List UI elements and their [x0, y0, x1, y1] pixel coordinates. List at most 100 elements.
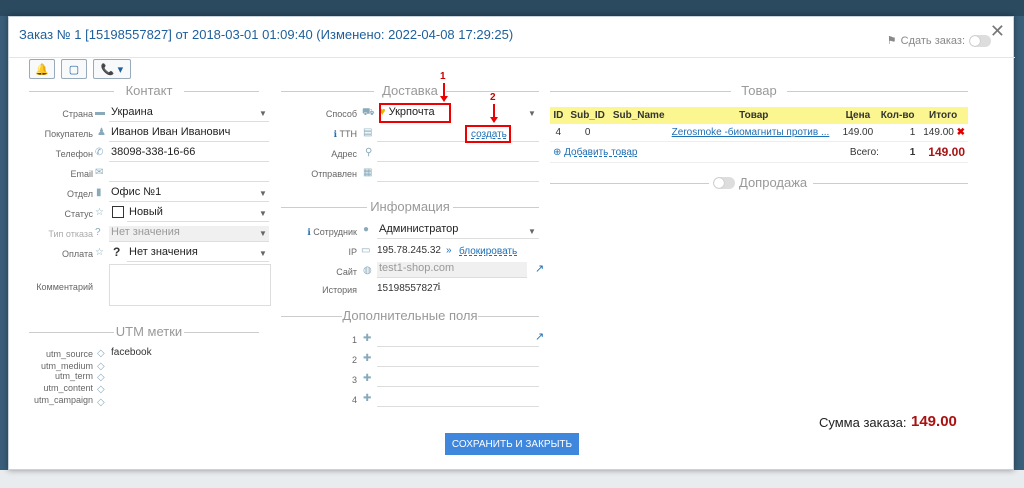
utm-medium-label: utm_medium [40, 361, 93, 371]
phone-icon: ✆ [95, 147, 104, 158]
row-price[interactable]: 149.00 [838, 124, 877, 142]
country-select[interactable]: Украина [109, 106, 269, 122]
truck-icon: ⛟ [362, 107, 375, 118]
history-value: 15198557827 [377, 283, 439, 294]
upsell-label: Допродажа [739, 175, 808, 190]
info-icon: ℹ [307, 227, 311, 237]
diamond-icon[interactable]: ◇ [97, 384, 105, 395]
info-icon: ℹ [333, 129, 337, 139]
external-link-icon[interactable]: ↗ [535, 262, 544, 275]
col-subname: Sub_Name [608, 107, 669, 124]
bookmark-icon: ▮ [96, 187, 102, 198]
ip-value: 195.78.245.32 [377, 245, 441, 256]
row-id: 4 [550, 124, 567, 142]
close-icon[interactable]: ✕ [990, 21, 1005, 42]
sent-field[interactable] [377, 166, 539, 182]
header-divider [9, 57, 1015, 58]
save-and-close-button[interactable]: СОХРАНИТЬ И ЗАКРЫТЬ [445, 433, 579, 455]
site-label: Сайт [336, 267, 357, 277]
goods-total-qty: 1 [909, 146, 916, 158]
ttn-field[interactable] [377, 126, 539, 142]
row-subid[interactable]: 0 [566, 124, 609, 142]
plus-icon[interactable]: ✚ [363, 353, 371, 364]
modal-title: Заказ № 1 [15198557827] от 2018-03-01 01… [19, 27, 514, 42]
user-icon: ● [363, 224, 370, 235]
arrow-1-shaft [443, 83, 445, 97]
extra-field-1[interactable] [377, 331, 539, 347]
row-qty[interactable]: 1 [876, 124, 919, 142]
block-ip-link[interactable]: блокировать [459, 246, 517, 257]
dept-select[interactable]: Офис №1 [109, 186, 269, 202]
ttn-label: ℹ ТТН [299, 129, 357, 140]
arrow-2-shaft [493, 104, 495, 117]
total-label-wrap: Всего: 1 [838, 141, 919, 163]
order-sum-value: 149.00 [911, 413, 957, 430]
document-icon: ▤ [363, 127, 373, 138]
phone-field[interactable]: 38098-338-16-66 [109, 146, 269, 162]
order-sum-label: Сумма заказа: [819, 415, 907, 430]
window-icon: ▢ [68, 63, 80, 76]
payment-select[interactable]: Нет значения [127, 246, 269, 262]
phone-button[interactable]: 📞 ▾ [93, 59, 131, 79]
row-subname[interactable] [608, 124, 669, 142]
extra-field-2[interactable] [377, 351, 539, 367]
delivery-section-title: Доставка [374, 83, 446, 98]
star-icon: ☆ [95, 247, 104, 258]
info-section-title: Информация [367, 199, 453, 214]
goods-section-title: Товар [731, 83, 787, 98]
calendar-icon: ▦ [363, 167, 373, 178]
diamond-icon[interactable]: ◇ [97, 372, 105, 383]
chevron-down-icon: ▼ [259, 229, 267, 238]
dept-label: Отдел [66, 189, 93, 199]
product-link[interactable]: Zerosmoke -биомагниты против ... [672, 127, 830, 138]
flag-ua-icon: ▬ [95, 107, 105, 118]
country-label: Страна [62, 109, 93, 119]
share-order: ⚑ Сдать заказ: [887, 34, 991, 47]
diamond-icon[interactable]: ◇ [97, 397, 105, 408]
window-button[interactable]: ▢ [61, 59, 87, 79]
col-total: Итого [918, 107, 968, 124]
buyer-field[interactable]: Иванов Иван Иванович [109, 126, 269, 142]
plus-circle-icon[interactable]: ⊕ [553, 147, 561, 158]
extra-field-4[interactable] [377, 391, 539, 407]
diamond-icon[interactable]: ◇ [97, 348, 105, 359]
extra-label-3: 3 [351, 375, 357, 385]
chevron-down-icon: ▼ [259, 249, 267, 258]
add-product-link[interactable]: Добавить товар [564, 147, 637, 158]
payment-label: Оплата [62, 249, 93, 259]
monitor-icon: ▭ [361, 245, 371, 256]
bell-button[interactable]: 🔔 [29, 59, 55, 79]
plus-icon[interactable]: ✚ [363, 333, 371, 344]
employee-select[interactable]: Администратор [377, 223, 539, 239]
chevron-down-icon: ▼ [259, 189, 267, 198]
site-field[interactable]: test1-shop.com [377, 262, 527, 278]
utm-term-label: utm_term [54, 371, 93, 381]
delete-icon[interactable]: ✖ [957, 127, 965, 138]
backdrop-bottom [0, 470, 1024, 488]
email-field[interactable] [109, 166, 269, 182]
marker-1: 1 [440, 71, 446, 82]
pin-icon: ⚲ [365, 147, 373, 158]
contact-section-title: Контакт [114, 83, 184, 98]
address-field[interactable] [377, 146, 539, 162]
plus-icon[interactable]: ✚ [363, 393, 371, 404]
extra-section-title: Дополнительные поля [342, 308, 478, 323]
col-price: Цена [838, 107, 877, 124]
star-icon: ☆ [95, 207, 104, 218]
plus-icon[interactable]: ✚ [363, 373, 371, 384]
upsell-toggle[interactable] [713, 176, 735, 189]
method-label: Способ [325, 109, 357, 119]
extra-label-4: 4 [351, 395, 357, 405]
diamond-icon[interactable]: ◇ [97, 361, 105, 372]
comment-textarea[interactable] [109, 264, 271, 306]
share-toggle[interactable] [969, 34, 991, 47]
refusal-select[interactable]: Нет значения [109, 226, 269, 242]
col-product: Товар [668, 107, 839, 124]
arrow-2-head [490, 117, 498, 123]
utm-section-title: UTM метки [114, 324, 184, 339]
status-select[interactable]: Новый [127, 206, 269, 222]
utm-campaign-label: utm_campaign [33, 395, 93, 405]
goods-table: ID Sub_ID Sub_Name Товар Цена Кол-во Ито… [550, 107, 968, 163]
info-icon[interactable]: ℹ [437, 282, 441, 293]
extra-field-3[interactable] [377, 371, 539, 387]
